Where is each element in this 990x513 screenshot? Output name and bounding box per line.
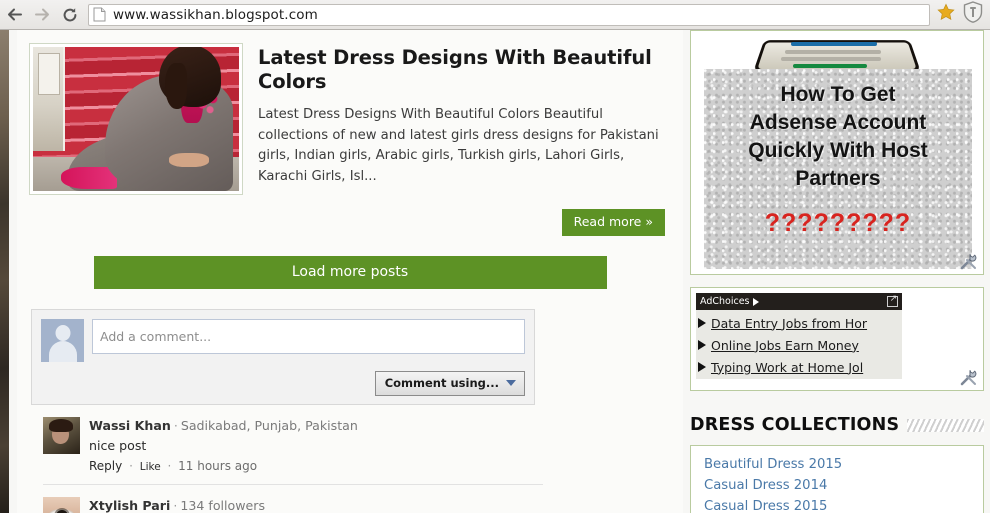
comment-compose-row xyxy=(41,319,525,362)
site-content-wrapper: Latest Dress Designs With Beautiful Colo… xyxy=(9,30,990,513)
comment-author[interactable]: Xtylish Pari xyxy=(89,498,170,513)
shield-icon xyxy=(963,1,983,28)
dress-link[interactable]: Casual Dress 2015 xyxy=(704,496,983,513)
play-triangle-icon xyxy=(698,318,706,328)
back-button[interactable] xyxy=(0,1,28,29)
facebook-comments-widget: Comment using... xyxy=(31,309,535,405)
reload-button[interactable] xyxy=(56,1,84,29)
add-comment-input[interactable] xyxy=(92,319,525,354)
default-avatar-icon xyxy=(41,319,84,362)
comment-separator: · xyxy=(173,418,178,433)
ad-link[interactable]: Online Jobs Earn Money xyxy=(698,334,902,356)
bookmark-button[interactable] xyxy=(936,3,956,26)
browser-toolbar: www.wassikhan.blogspot.com xyxy=(0,0,990,30)
wrench-screwdriver-icon[interactable] xyxy=(959,251,979,271)
reload-icon xyxy=(61,6,79,24)
dress-collections-list: Beautiful Dress 2015 Casual Dress 2014 C… xyxy=(690,445,984,513)
dress-collections-gadget: DRESS COLLECTIONS Beautiful Dress 2015 C… xyxy=(690,415,984,513)
read-more-row: Read more » xyxy=(258,209,673,236)
avatar[interactable] xyxy=(43,417,80,454)
adchoices-label: AdChoices xyxy=(700,296,750,307)
document-icon xyxy=(93,7,106,22)
dress-collections-header: DRESS COLLECTIONS xyxy=(690,415,984,435)
ad-heading-line-2: Adsense Account xyxy=(749,111,927,134)
ad-poster: How To Get Adsense Account Quickly With … xyxy=(704,69,972,269)
comment-author[interactable]: Wassi Khan xyxy=(89,418,171,433)
comment-author-meta: 134 followers xyxy=(180,498,266,513)
comment-actions: Reply · Like · 11 hours ago xyxy=(89,458,358,475)
ad-link[interactable]: Typing Work at Home Jol xyxy=(698,356,902,378)
adchoices-inner: AdChoices Data Entry Jobs from Hor Onlin xyxy=(696,293,902,379)
ad-link-label: Online Jobs Earn Money xyxy=(711,337,859,353)
ad-heading-line-1: How To Get xyxy=(780,83,896,106)
star-icon xyxy=(937,3,955,25)
main-content-column: Latest Dress Designs With Beautiful Colo… xyxy=(17,30,683,513)
adchoices-link-list: Data Entry Jobs from Hor Online Jobs Ear… xyxy=(696,310,902,379)
comment-timestamp: 11 hours ago xyxy=(178,459,258,473)
comment-body: Wassi Khan · Sadikabad, Punjab, Pakistan n… xyxy=(89,417,358,475)
address-bar[interactable]: www.wassikhan.blogspot.com xyxy=(88,3,930,26)
blog-post: Latest Dress Designs With Beautiful Colo… xyxy=(17,30,683,240)
post-excerpt: Latest Dress Designs With Beautiful Colo… xyxy=(258,107,659,184)
comment-using-label: Comment using... xyxy=(384,376,499,390)
post-thumbnail[interactable] xyxy=(29,43,243,195)
comment-item: Xtylish Pari·134 followers nycc Reply · … xyxy=(43,497,543,513)
load-more-posts-button[interactable]: Load more posts xyxy=(93,256,607,289)
comment-author-meta: Sadikabad, Punjab, Pakistan xyxy=(180,418,358,433)
adchoices-gadget[interactable]: AdChoices Data Entry Jobs from Hor Onlin xyxy=(690,287,984,391)
reply-link[interactable]: Reply xyxy=(89,459,122,473)
read-more-button[interactable]: Read more » xyxy=(561,209,665,236)
ad-banner-gadget[interactable]: How To Get Adsense Account Quickly With … xyxy=(690,30,984,275)
ad-question-marks: ????????? xyxy=(764,209,912,237)
play-triangle-icon xyxy=(698,340,706,350)
comment-using-row: Comment using... xyxy=(41,371,525,396)
comment-text: nice post xyxy=(89,438,147,453)
comment-body: Xtylish Pari·134 followers nycc Reply · … xyxy=(89,497,265,513)
page-viewport: Latest Dress Designs With Beautiful Colo… xyxy=(0,30,990,513)
action-separator: · xyxy=(167,459,172,473)
url-text: www.wassikhan.blogspot.com xyxy=(113,6,318,23)
hatch-decoration xyxy=(907,418,984,432)
comment-item: Wassi Khan · Sadikabad, Punjab, Pakistan n… xyxy=(43,417,543,485)
dress-photo xyxy=(33,47,239,191)
adchoices-triangle-icon[interactable] xyxy=(752,297,759,306)
extension-button[interactable] xyxy=(956,1,990,28)
adchoices-header: AdChoices xyxy=(696,293,902,310)
ad-link-label: Typing Work at Home Jol xyxy=(711,359,864,375)
back-arrow-icon xyxy=(6,6,23,23)
forward-button[interactable] xyxy=(28,1,56,29)
dress-link[interactable]: Beautiful Dress 2015 xyxy=(704,454,983,475)
sidebar: How To Get Adsense Account Quickly With … xyxy=(690,30,990,513)
ad-link-label: Data Entry Jobs from Hor xyxy=(711,315,868,331)
like-link[interactable]: Like xyxy=(140,461,161,473)
post-title[interactable]: Latest Dress Designs With Beautiful Colo… xyxy=(258,46,673,94)
ad-link[interactable]: Data Entry Jobs from Hor xyxy=(698,312,902,334)
play-triangle-icon xyxy=(698,362,706,372)
ad-heading-line-4: Partners xyxy=(795,167,881,190)
expand-icon[interactable] xyxy=(887,293,899,307)
action-separator: · xyxy=(129,459,133,473)
post-body: Latest Dress Designs With Beautiful Colo… xyxy=(258,44,673,187)
chevron-down-icon xyxy=(506,380,516,386)
site-background-image xyxy=(0,30,9,513)
comment-separator: · xyxy=(173,498,178,513)
forward-arrow-icon xyxy=(34,6,51,23)
ad-heading-line-3: Quickly With Host xyxy=(748,139,928,162)
wrench-screwdriver-icon[interactable] xyxy=(959,367,979,387)
avatar[interactable] xyxy=(43,497,80,513)
comment-using-dropdown[interactable]: Comment using... xyxy=(374,371,525,396)
section-title: DRESS COLLECTIONS xyxy=(690,415,900,435)
dress-link[interactable]: Casual Dress 2014 xyxy=(704,475,983,496)
